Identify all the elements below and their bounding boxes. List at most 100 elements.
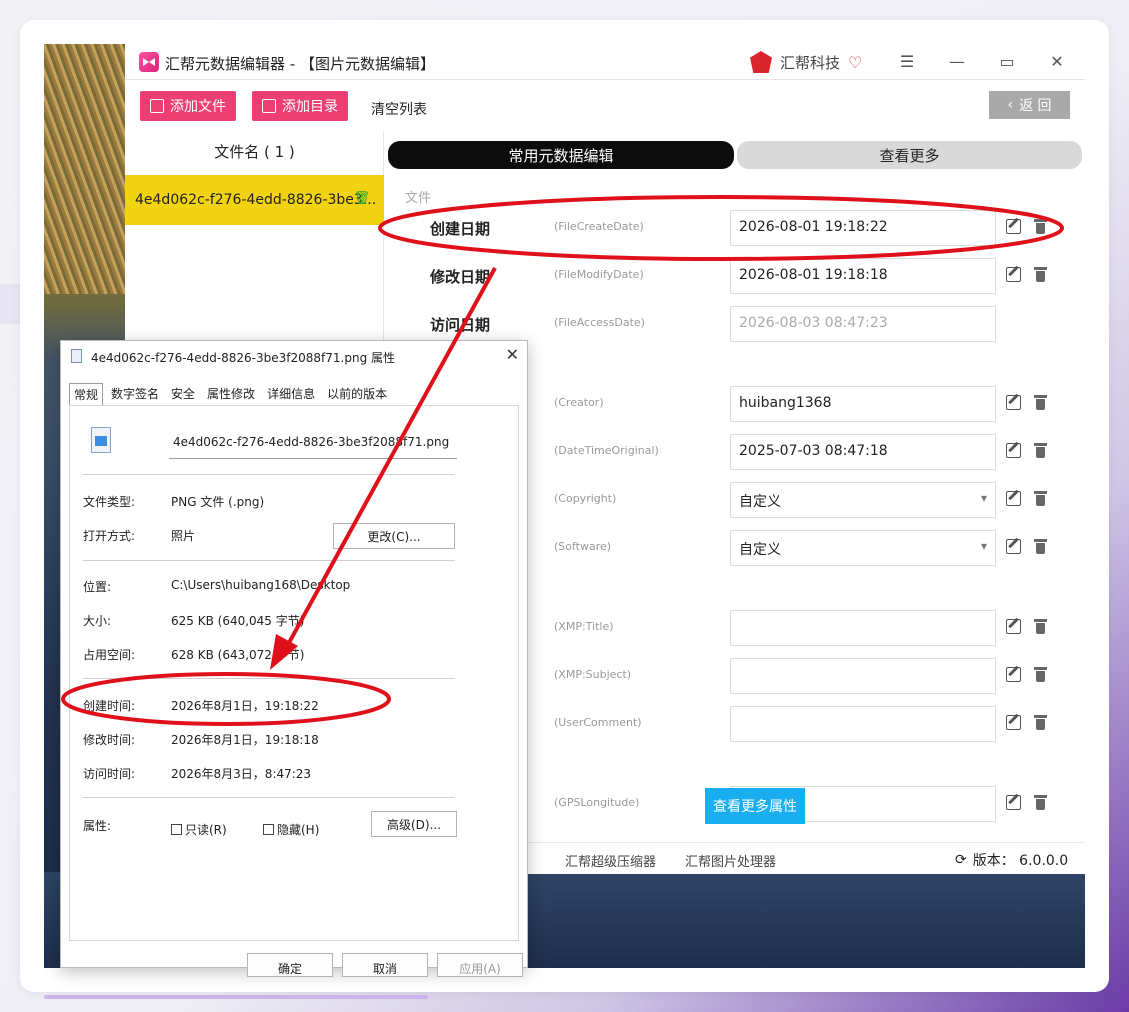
delete-icon[interactable] <box>1034 267 1047 282</box>
tab-security[interactable]: 安全 <box>167 383 199 405</box>
edit-icon[interactable] <box>1006 395 1021 410</box>
ok-button[interactable]: 确定 <box>247 953 333 977</box>
metadata-row: 访问日期 (FileAccessDate) 2026-08-03 08:47:23 <box>388 306 1082 342</box>
field-label: 创建日期 <box>430 220 491 238</box>
type-label: 文件类型: <box>83 495 136 509</box>
brand: 汇帮科技 ♡ <box>750 50 862 74</box>
clear-list-button[interactable]: 清空列表 <box>371 99 427 119</box>
close-icon[interactable]: ✕ <box>506 345 519 364</box>
add-directory-button[interactable]: 添加目录 <box>252 91 348 121</box>
field-input[interactable] <box>730 658 996 694</box>
field-input[interactable]: huibang1368 <box>730 386 996 422</box>
field-input[interactable]: 2026-08-01 19:18:18 <box>730 258 996 294</box>
divider <box>83 560 455 561</box>
tab-digital-signature[interactable]: 数字签名 <box>107 383 163 405</box>
advanced-button[interactable]: 高级(D)... <box>371 811 457 837</box>
field-key: (Creator) <box>554 396 604 409</box>
field-key: (Software) <box>554 540 612 553</box>
readonly-label: 只读(R) <box>185 823 227 837</box>
image-tool-link[interactable]: 汇帮图片处理器 <box>685 851 776 870</box>
edit-icon[interactable] <box>1006 491 1021 506</box>
field-key: (XMP:Subject) <box>554 668 632 681</box>
file-icon <box>71 349 82 363</box>
divider <box>83 678 455 679</box>
tab-previous-versions[interactable]: 以前的版本 <box>323 383 391 405</box>
field-input[interactable]: 2026-08-03 08:47:23 <box>730 306 996 342</box>
edit-icon[interactable] <box>1006 795 1021 810</box>
refresh-icon[interactable]: ⟳ <box>955 852 967 868</box>
version-info: ⟳ 版本： 6.0.0.0 <box>955 850 1068 870</box>
app-title: 汇帮元数据编辑器 - 【图片元数据编辑】 <box>165 55 435 73</box>
type-value: PNG 文件 (.png) <box>171 495 265 509</box>
compressor-link[interactable]: 汇帮超级压缩器 <box>565 851 656 870</box>
field-select[interactable]: 自定义 <box>730 530 996 566</box>
delete-icon[interactable] <box>1034 539 1047 554</box>
maximize-button[interactable]: ▭ <box>997 52 1017 71</box>
heart-icon[interactable]: ♡ <box>848 53 862 72</box>
delete-icon[interactable] <box>1034 619 1047 634</box>
divider <box>83 474 455 475</box>
field-select[interactable]: 自定义 <box>730 482 996 518</box>
edit-icon[interactable] <box>1006 219 1021 234</box>
app-logo-icon <box>139 52 159 72</box>
image-file-icon <box>91 427 111 453</box>
add-file-button[interactable]: 添加文件 <box>140 91 236 121</box>
version-label: 版本： 6.0.0.0 <box>972 853 1069 869</box>
divider <box>83 797 455 798</box>
tab-view-more[interactable]: 查看更多 <box>737 141 1082 169</box>
wallpaper-grass <box>44 44 125 294</box>
location-label: 位置: <box>83 580 112 594</box>
field-input[interactable]: 2025-07-03 08:47:18 <box>730 434 996 470</box>
delete-icon[interactable] <box>1034 715 1047 730</box>
file-list-header: 文件名 ( 1 ) <box>214 143 295 161</box>
minimize-button[interactable]: — <box>947 52 967 71</box>
field-key: (DateTimeOriginal) <box>554 444 659 457</box>
brand-name: 汇帮科技 <box>780 53 841 72</box>
dialog-body <box>69 405 519 941</box>
tab-common-metadata[interactable]: 常用元数据编辑 <box>388 141 734 169</box>
field-key: (FileModifyDate) <box>554 268 644 281</box>
change-button[interactable]: 更改(C)... <box>333 523 455 549</box>
delete-icon[interactable] <box>1034 491 1047 506</box>
cancel-button[interactable]: 取消 <box>342 953 428 977</box>
disk-size-value: 628 KB (643,072 字节) <box>171 648 305 662</box>
menu-icon[interactable]: ☰ <box>897 52 917 71</box>
modified-value: 2026年8月1日，19:18:18 <box>171 733 319 747</box>
hidden-checkbox[interactable]: 隐藏(H) <box>263 821 319 838</box>
delete-icon[interactable] <box>1034 395 1047 410</box>
delete-icon[interactable] <box>1034 795 1047 810</box>
readonly-checkbox[interactable]: 只读(R) <box>171 821 227 838</box>
edit-icon[interactable] <box>1006 715 1021 730</box>
edit-icon[interactable] <box>1006 267 1021 282</box>
field-key: (FileCreateDate) <box>554 220 644 233</box>
field-input[interactable] <box>730 610 996 646</box>
tab-general[interactable]: 常规 <box>69 383 104 405</box>
edit-icon[interactable] <box>1006 619 1021 634</box>
tab-bar: 常用元数据编辑 查看更多 <box>388 141 1082 169</box>
field-label: 访问日期 <box>430 316 491 334</box>
file-name-input[interactable]: 4e4d062c-f276-4edd-8826-3be3f2088f71.png <box>169 429 457 459</box>
close-button[interactable]: ✕ <box>1047 52 1067 71</box>
delete-icon[interactable] <box>1034 219 1047 234</box>
view-more-attributes-button[interactable]: 查看更多属性 <box>705 788 805 824</box>
field-key: (FileAccessDate) <box>554 316 645 329</box>
decorative-line <box>44 995 428 999</box>
tab-details[interactable]: 详细信息 <box>263 383 319 405</box>
field-input[interactable]: 2026-08-01 19:18:22 <box>730 210 996 246</box>
edit-icon[interactable] <box>1006 667 1021 682</box>
created-value: 2026年8月1日，19:18:22 <box>171 699 319 713</box>
field-input[interactable] <box>730 706 996 742</box>
back-button[interactable]: ‹ 返 回 <box>989 91 1070 119</box>
created-label: 创建时间: <box>83 699 136 713</box>
delete-icon[interactable] <box>1034 667 1047 682</box>
delete-icon[interactable] <box>1034 443 1047 458</box>
tab-attribute-modify[interactable]: 属性修改 <box>203 383 259 405</box>
trash-icon[interactable]: 🗑 <box>353 191 370 206</box>
size-value: 625 KB (640,045 字节) <box>171 614 305 628</box>
field-key: (UserComment) <box>554 716 642 729</box>
edit-icon[interactable] <box>1006 539 1021 554</box>
file-list-item[interactable]: 4e4d062c-f276-4edd-8826-3be3... 🗑 <box>125 175 384 225</box>
apply-button[interactable]: 应用(A) <box>437 953 523 977</box>
title-bar: 汇帮元数据编辑器 - 【图片元数据编辑】 汇帮科技 ♡ ☰ — ▭ ✕ <box>125 44 1085 80</box>
edit-icon[interactable] <box>1006 443 1021 458</box>
